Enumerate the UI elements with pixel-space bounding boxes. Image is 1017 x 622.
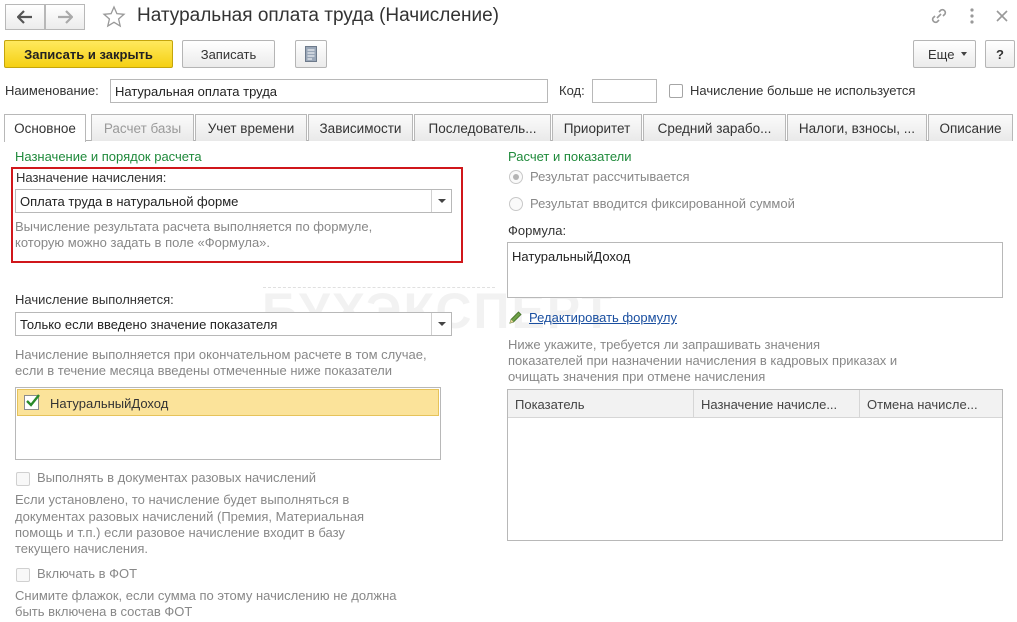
forward-button[interactable] (45, 4, 85, 30)
radio-fixed-label: Результат вводится фиксированной суммой (530, 196, 795, 211)
one-time-checkbox[interactable] (16, 472, 30, 486)
save-button[interactable]: Записать (182, 40, 275, 68)
chevron-down-icon (961, 52, 968, 56)
radio-calculated[interactable] (509, 170, 523, 184)
edit-formula-link[interactable]: Редактировать формулу (529, 310, 677, 325)
radio-fixed[interactable] (509, 197, 523, 211)
exec-select[interactable]: Только если введено значение показателя (15, 312, 452, 336)
indicators-hint-line1: Ниже укажите, требуется ли запрашивать з… (508, 337, 821, 352)
more-menu-button[interactable]: Еще (913, 40, 976, 68)
pencil-icon (509, 311, 522, 324)
fot-hint-line2: быть включена в состав ФОТ (15, 604, 193, 619)
column-header-indicator[interactable]: Показатель (508, 390, 694, 418)
fot-hint-line1: Снимите флажок, если сумма по этому начи… (15, 588, 397, 603)
tab-description[interactable]: Описание (928, 114, 1013, 141)
exec-hint-line1: Начисление выполняется при окончательном… (15, 347, 427, 362)
link-icon[interactable] (929, 6, 949, 26)
fot-label: Включать в ФОТ (37, 566, 138, 581)
exec-select-value: Только если введено значение показателя (20, 316, 278, 332)
indicator-list[interactable]: НатуральныйДоход (15, 387, 441, 460)
indicators-hint-line3: очищать значения при отмене начисления (508, 369, 766, 384)
help-button[interactable]: ? (985, 40, 1015, 68)
document-list-icon (305, 46, 317, 62)
indicators-table[interactable]: Показатель Назначение начисле... Отмена … (507, 389, 1003, 541)
purpose-select-value: Оплата труда в натуральной форме (20, 193, 239, 209)
one-time-hint-line3: помощь и т.п.) если разовое начисление в… (15, 525, 345, 540)
left-section-title: Назначение и порядок расчета (15, 149, 202, 164)
checkmark-icon (26, 394, 40, 407)
name-field[interactable]: Натуральная оплата труда (110, 79, 548, 103)
exec-hint-line2: если в течение месяца введены отмеченные… (15, 363, 392, 378)
column-header-assignment[interactable]: Назначение начисле... (694, 390, 860, 418)
arrow-right-icon (58, 10, 73, 24)
arrow-left-icon (17, 10, 32, 24)
one-time-label: Выполнять в документах разовых начислени… (37, 470, 317, 485)
tab-main[interactable]: Основное (4, 114, 86, 142)
window-title: Натуральная оплата труда (Начисление) (137, 5, 499, 26)
tab-dependencies[interactable]: Зависимости (308, 114, 413, 141)
one-time-hint-line2: документах разовых начислений (Премия, М… (15, 509, 365, 524)
report-button[interactable] (295, 40, 327, 68)
tab-priority[interactable]: Приоритет (552, 114, 642, 141)
back-button[interactable] (5, 4, 45, 30)
formula-field[interactable]: НатуральныйДоход (507, 242, 1003, 298)
tab-average-earnings[interactable]: Средний зарабо... (643, 114, 786, 141)
purpose-hint-line2: которую можно задать в поле «Формула». (15, 235, 271, 250)
purpose-hint-line1: Вычисление результата расчета выполняетс… (15, 219, 373, 234)
table-header: Показатель Назначение начисле... Отмена … (508, 390, 1002, 418)
more-menu-label: Еще (928, 46, 955, 62)
purpose-label: Назначение начисления: (16, 170, 167, 185)
code-field[interactable] (592, 79, 657, 103)
radio-calculated-label: Результат рассчитывается (530, 169, 690, 184)
close-icon[interactable] (992, 6, 1012, 26)
more-vertical-icon[interactable] (962, 6, 982, 26)
formula-label: Формула: (508, 223, 567, 238)
tab-time-accounting[interactable]: Учет времени (195, 114, 307, 141)
indicator-name: НатуральныйДоход (50, 396, 169, 411)
one-time-hint-line4: текущего начисления. (15, 541, 149, 556)
dropdown-arrow-icon[interactable] (431, 190, 451, 212)
tab-bar: Основное Расчет базы Учет времени Зависи… (4, 114, 1013, 142)
one-time-hint-line1: Если установлено, то начисление будет вы… (15, 492, 350, 507)
checkbox-checked[interactable] (24, 394, 40, 410)
code-label: Код: (559, 83, 585, 98)
unused-label: Начисление больше не используется (690, 83, 916, 98)
right-section-title: Расчет и показатели (508, 149, 632, 164)
tab-taxes[interactable]: Налоги, взносы, ... (787, 114, 927, 141)
exec-label: Начисление выполняется: (15, 292, 174, 307)
list-item[interactable]: НатуральныйДоход (17, 389, 439, 416)
column-header-cancellation[interactable]: Отмена начисле... (860, 390, 1002, 418)
dropdown-arrow-icon[interactable] (431, 313, 451, 335)
favorite-star-icon[interactable] (100, 3, 128, 31)
name-label: Наименование: (5, 83, 99, 98)
tab-sequence[interactable]: Последователь... (414, 114, 551, 141)
unused-checkbox[interactable] (669, 84, 683, 98)
fot-checkbox[interactable] (16, 568, 30, 582)
tab-base-calc[interactable]: Расчет базы (91, 114, 194, 141)
save-and-close-button[interactable]: Записать и закрыть (4, 40, 173, 68)
indicators-hint-line2: показателей при назначении начисления в … (508, 353, 898, 368)
purpose-select[interactable]: Оплата труда в натуральной форме (15, 189, 452, 213)
